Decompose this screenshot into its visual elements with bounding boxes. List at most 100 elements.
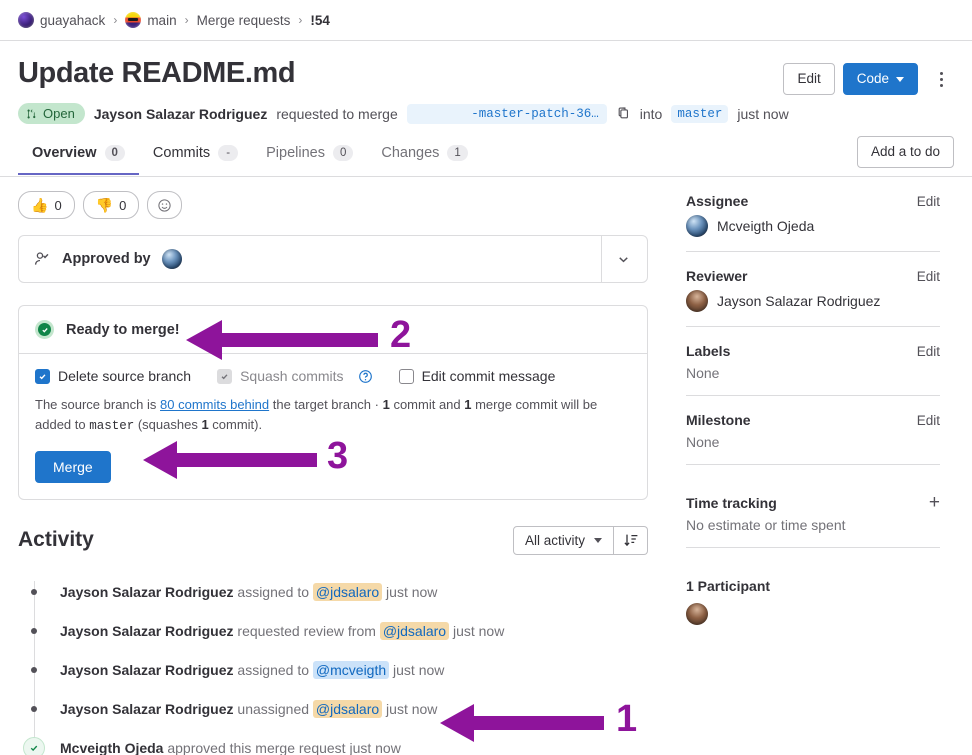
annotation-number-3: 3 [327, 435, 349, 477]
commits-behind-link[interactable]: 80 commits behind [160, 397, 269, 412]
merge-request-icon [27, 108, 36, 119]
feed-mention[interactable]: @jdsalaro [312, 583, 383, 602]
status-badge: Open [18, 103, 85, 124]
page-title: Update README.md [18, 57, 296, 89]
merge-button[interactable]: Merge [35, 450, 111, 483]
edit-button[interactable]: Edit [783, 63, 835, 95]
feed-item-text: Jayson Salazar Rodriguez assigned to @jd… [50, 583, 438, 602]
tab-pipelines-count: 0 [332, 144, 354, 161]
feed-bullet-icon [18, 628, 50, 635]
avatar[interactable] [686, 603, 708, 625]
feed-item-text: Mcveigth Ojeda approved this merge reque… [50, 740, 401, 755]
approvals-card: Approved by [18, 235, 648, 283]
sidebar-assignee: Assignee Edit Mcveigth Ojeda [686, 191, 940, 252]
sidebar-reviewer: Reviewer Edit Jayson Salazar Rodriguez [686, 266, 940, 327]
avatar [686, 215, 708, 237]
mr-author[interactable]: Jayson Salazar Rodriguez [94, 106, 268, 122]
activity-sort-button[interactable] [614, 525, 648, 555]
feed-bullet-icon [18, 706, 50, 713]
squash-commits-label: Squash commits [240, 368, 344, 384]
tab-overview[interactable]: Overview 0 [18, 139, 139, 175]
approvals-summary: Approved by [33, 249, 182, 269]
project-avatar [125, 12, 142, 28]
delete-source-branch-label[interactable]: Delete source branch [58, 368, 191, 384]
feed-actor[interactable]: Jayson Salazar Rodriguez [60, 584, 234, 600]
target-branch[interactable]: master [671, 104, 729, 123]
breadcrumb-section[interactable]: Merge requests [197, 13, 291, 28]
kebab-dot-icon [939, 71, 943, 75]
thumbs-up-icon: 👍 [31, 196, 49, 213]
code-button-label: Code [856, 71, 889, 86]
tab-pipelines-label: Pipelines [266, 144, 325, 161]
feed-approved-icon [18, 737, 50, 755]
breadcrumb-separator-icon: › [298, 13, 303, 27]
more-actions-button[interactable] [928, 64, 954, 94]
breadcrumb-project[interactable]: main [125, 12, 177, 28]
approvals-label: Approved by [62, 251, 151, 267]
feed-actor[interactable]: Jayson Salazar Rodriguez [60, 701, 234, 717]
sidebar-milestone-title: Milestone [686, 412, 751, 428]
edit-commit-message-label[interactable]: Edit commit message [422, 368, 556, 384]
breadcrumb-separator-icon: › [184, 13, 189, 27]
activity-filter-dropdown[interactable]: All activity [512, 525, 614, 555]
merge-note: The source branch is 80 commits behind t… [35, 395, 615, 437]
avatar [686, 290, 708, 312]
tab-commits[interactable]: Commits - [139, 139, 252, 175]
delete-source-branch-checkbox[interactable] [35, 368, 50, 384]
sidebar-assignee-title: Assignee [686, 193, 749, 209]
breadcrumb-current[interactable]: !54 [310, 13, 330, 28]
merge-note-mid4: (squashes [134, 417, 202, 433]
feed-suffix: just now [382, 584, 438, 601]
source-branch[interactable]: -master-patch-36… [406, 103, 607, 124]
feed-verb: requested review from [233, 623, 380, 640]
thumbs-down-icon: 👎 [95, 196, 114, 213]
tab-changes[interactable]: Changes 1 [367, 139, 481, 175]
help-icon[interactable] [358, 369, 373, 384]
tab-pipelines[interactable]: Pipelines 0 [252, 139, 367, 175]
tab-changes-count: 1 [447, 144, 468, 161]
activity-filter-label: All activity [524, 532, 585, 548]
reaction-thumbsdown[interactable]: 👎 0 [82, 191, 140, 219]
merge-note-squash-count: 1 [201, 417, 209, 433]
mr-status-line: Open Jayson Salazar Rodriguez requested … [0, 95, 972, 124]
merge-note-prefix: The source branch is [35, 397, 161, 412]
add-reaction-button[interactable] [147, 191, 183, 219]
reaction-thumbsup-count: 0 [54, 197, 62, 213]
code-button[interactable]: Code [842, 63, 918, 95]
sidebar-assignee-edit[interactable]: Edit [917, 194, 940, 209]
sidebar-reviewer-value[interactable]: Jayson Salazar Rodriguez [686, 290, 940, 312]
reaction-thumbsup[interactable]: 👍 0 [18, 191, 75, 219]
title-row: Update README.md Edit Code [0, 41, 972, 95]
add-time-estimate-button[interactable]: + [929, 493, 940, 512]
sidebar-assignee-value[interactable]: Mcveigth Ojeda [686, 215, 940, 237]
sidebar-milestone-edit[interactable]: Edit [917, 413, 940, 428]
merge-request-page: guayahack › main › Merge requests › !54 … [0, 0, 972, 755]
sidebar-milestone: Milestone Edit None [686, 410, 940, 465]
sidebar-participants-title[interactable]: 1 Participant [686, 578, 770, 594]
breadcrumb-separator-icon: › [113, 13, 118, 27]
sidebar-labels-edit[interactable]: Edit [917, 344, 940, 359]
copy-branch-icon[interactable] [616, 106, 631, 121]
group-avatar [18, 12, 34, 28]
feed-mention[interactable]: @jdsalaro [312, 700, 383, 719]
reaction-thumbsdown-count: 0 [119, 197, 127, 213]
merge-note-mid: the target branch · [269, 397, 383, 412]
feed-item-text: Jayson Salazar Rodriguez assigned to @mc… [50, 661, 445, 680]
approvals-expand-button[interactable] [601, 236, 645, 282]
feed-actor[interactable]: Jayson Salazar Rodriguez [60, 623, 234, 639]
feed-mention[interactable]: @jdsalaro [379, 622, 450, 641]
status-badge-label: Open [43, 106, 75, 121]
sort-descending-icon [623, 534, 637, 547]
breadcrumb-group[interactable]: guayahack [18, 12, 105, 28]
approver-avatar[interactable] [161, 249, 182, 269]
edit-commit-message-checkbox[interactable] [398, 368, 414, 384]
feed-actor[interactable]: Mcveigth Ojeda [60, 740, 163, 755]
breadcrumb: guayahack › main › Merge requests › !54 [0, 0, 972, 41]
feed-mention[interactable]: @mcveigth [312, 661, 390, 680]
feed-suffix: just now [389, 662, 445, 679]
title-actions: Edit Code [783, 57, 954, 95]
feed-actor[interactable]: Jayson Salazar Rodriguez [60, 662, 234, 678]
sidebar-reviewer-edit[interactable]: Edit [917, 269, 940, 284]
success-check-icon [35, 320, 54, 339]
add-todo-button[interactable]: Add a to do [856, 136, 954, 168]
